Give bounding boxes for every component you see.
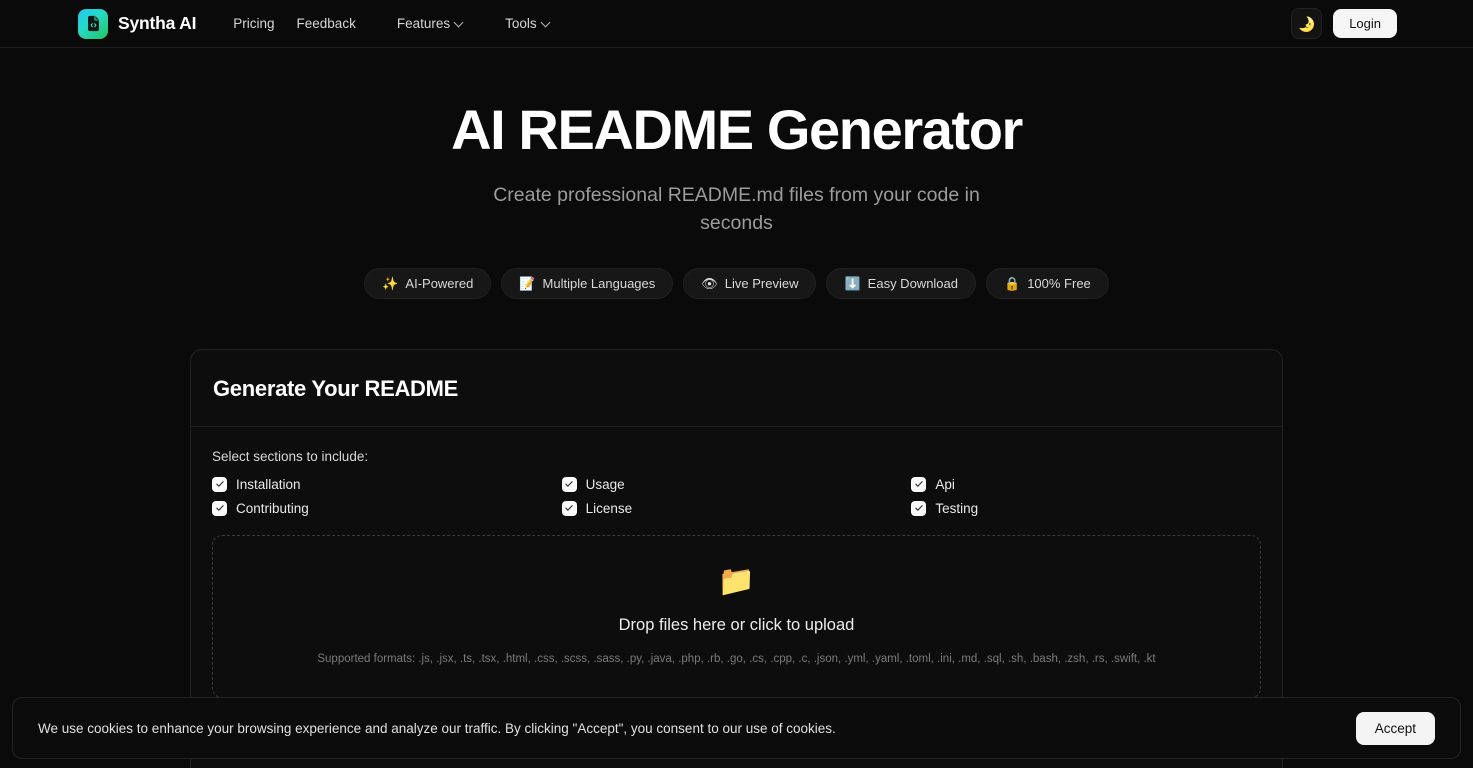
cookie-accept-button[interactable]: Accept — [1356, 712, 1435, 745]
feature-pill-multiple-languages: 📝 Multiple Languages — [501, 268, 673, 299]
memo-icon: 📝 — [519, 277, 535, 290]
folder-icon: 📁 — [718, 567, 755, 597]
checkmark-icon[interactable] — [562, 501, 577, 516]
chevron-down-icon — [542, 18, 551, 27]
nav-item-pricing-label: Pricing — [233, 16, 274, 31]
feature-pill-ai-powered: ✨ AI-Powered — [364, 268, 491, 299]
header-actions: 🌛 Login — [1291, 8, 1397, 39]
checkmark-icon[interactable] — [562, 477, 577, 492]
checkbox-label-license: License — [586, 501, 633, 516]
feature-pill-free-label: 100% Free — [1027, 276, 1091, 291]
checkmark-icon[interactable] — [212, 501, 227, 516]
feature-pill-ai-powered-label: AI-Powered — [405, 276, 473, 291]
checkbox-row-api[interactable]: Api — [911, 477, 1261, 492]
sections-label: Select sections to include: — [212, 449, 1261, 464]
brand-name: Syntha AI — [118, 13, 196, 34]
feature-pill-list: ✨ AI-Powered 📝 Multiple Languages 👁 Live… — [0, 268, 1473, 299]
cookie-consent-banner: We use cookies to enhance your browsing … — [12, 697, 1461, 759]
generator-card-header: Generate Your README — [191, 350, 1282, 427]
hero-section: AI README Generator Create professional … — [0, 48, 1473, 299]
feature-pill-easy-download: ⬇️ Easy Download — [826, 268, 976, 299]
checkbox-row-usage[interactable]: Usage — [562, 477, 912, 492]
checkbox-label-testing: Testing — [935, 501, 978, 516]
nav-item-features-label: Features — [397, 16, 450, 31]
checkbox-row-license[interactable]: License — [562, 501, 912, 516]
login-button[interactable]: Login — [1333, 9, 1397, 38]
nav-item-pricing[interactable]: Pricing — [222, 10, 285, 37]
file-upload-dropzone[interactable]: 📁 Drop files here or click to upload Sup… — [212, 535, 1261, 698]
eye-icon: 👁 — [701, 277, 718, 290]
feature-pill-easy-download-label: Easy Download — [868, 276, 958, 291]
checkbox-label-usage: Usage — [586, 477, 625, 492]
sparkles-icon: ✨ — [382, 277, 398, 290]
nav-item-feedback-label: Feedback — [297, 16, 356, 31]
nav-item-tools[interactable]: Tools — [494, 10, 562, 37]
brand-logo-link[interactable]: Syntha AI — [78, 9, 196, 39]
dark-mode-moon-icon: 🌛 — [1298, 17, 1315, 31]
feature-pill-multiple-languages-label: Multiple Languages — [543, 276, 656, 291]
feature-pill-live-preview-label: Live Preview — [725, 276, 799, 291]
checkmark-icon[interactable] — [212, 477, 227, 492]
checkbox-row-contributing[interactable]: Contributing — [212, 501, 562, 516]
checkbox-label-api: Api — [935, 477, 955, 492]
nav-item-features[interactable]: Features — [386, 10, 475, 37]
feature-pill-live-preview: 👁 Live Preview — [683, 268, 816, 299]
generator-card-title: Generate Your README — [213, 376, 1260, 402]
dropzone-supported-formats: Supported formats: .js, .jsx, .ts, .tsx,… — [307, 653, 1165, 665]
lock-icon: 🔒 — [1004, 277, 1020, 290]
chevron-down-icon — [455, 18, 464, 27]
code-document-icon — [78, 9, 108, 39]
checkmark-icon[interactable] — [911, 477, 926, 492]
feature-pill-free: 🔒 100% Free — [986, 268, 1109, 299]
top-navigation-bar: Syntha AI Pricing Feedback Features Tool… — [0, 0, 1473, 48]
nav-item-feedback[interactable]: Feedback — [286, 10, 367, 37]
page-subtitle: Create professional README.md files from… — [467, 182, 1007, 237]
dark-mode-toggle-button[interactable]: 🌛 — [1291, 8, 1322, 39]
checkbox-label-contributing: Contributing — [236, 501, 309, 516]
checkbox-row-testing[interactable]: Testing — [911, 501, 1261, 516]
sections-checkbox-grid: Installation Usage Api Contributing — [212, 477, 1261, 516]
main-nav: Pricing Feedback Features Tools — [222, 10, 561, 37]
checkmark-icon[interactable] — [911, 501, 926, 516]
download-arrow-icon: ⬇️ — [844, 277, 860, 290]
checkbox-label-installation: Installation — [236, 477, 301, 492]
page-title: AI README Generator — [0, 100, 1473, 160]
cookie-consent-message: We use cookies to enhance your browsing … — [38, 721, 836, 736]
dropzone-main-text: Drop files here or click to upload — [619, 616, 855, 635]
checkbox-row-installation[interactable]: Installation — [212, 477, 562, 492]
nav-item-tools-label: Tools — [505, 16, 537, 31]
